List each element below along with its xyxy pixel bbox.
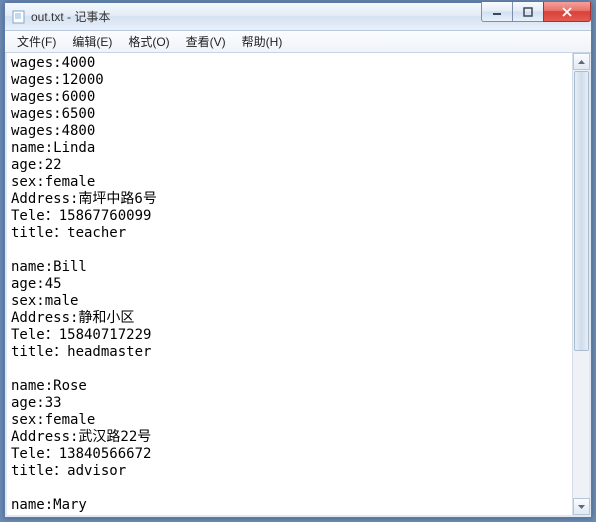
scroll-thumb[interactable]	[574, 71, 589, 351]
close-button[interactable]	[543, 2, 591, 22]
menu-help[interactable]: 帮助(H)	[234, 31, 291, 52]
menu-format[interactable]: 格式(O)	[120, 31, 177, 52]
window-title: out.txt - 记事本	[31, 8, 110, 25]
minimize-button[interactable]	[481, 2, 513, 22]
vertical-scrollbar[interactable]	[572, 53, 589, 515]
scroll-down-button[interactable]	[573, 498, 590, 515]
notepad-icon	[11, 9, 27, 25]
menu-edit[interactable]: 编辑(E)	[64, 31, 120, 52]
window-controls	[482, 2, 591, 22]
menu-file[interactable]: 文件(F)	[9, 31, 64, 52]
menubar: 文件(F) 编辑(E) 格式(O) 查看(V) 帮助(H)	[5, 31, 591, 53]
scroll-up-button[interactable]	[573, 53, 590, 70]
titlebar[interactable]: out.txt - 记事本	[5, 3, 591, 31]
notepad-window: out.txt - 记事本 文件(F) 编辑(E) 格式(O) 查看(V) 帮助…	[4, 2, 592, 518]
client-area: wages:4000 wages:12000 wages:6000 wages:…	[5, 53, 591, 517]
text-content[interactable]: wages:4000 wages:12000 wages:6000 wages:…	[7, 53, 572, 515]
maximize-button[interactable]	[512, 2, 544, 22]
menu-view[interactable]: 查看(V)	[178, 31, 234, 52]
